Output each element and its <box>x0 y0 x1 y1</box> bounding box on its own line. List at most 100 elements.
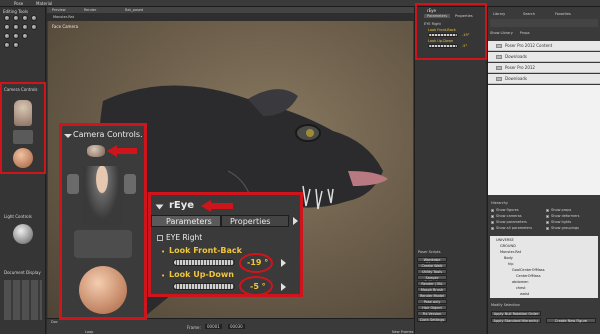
small-tab-properties[interactable]: Properties <box>452 14 476 18</box>
script-button-10[interactable]: Fix Version <box>417 311 447 316</box>
script-button-5[interactable]: Render / IBL <box>417 281 447 286</box>
tab-search[interactable]: Search <box>523 12 535 16</box>
camera-figure-icon[interactable] <box>14 100 32 126</box>
script-button-2[interactable]: Create Walk <box>417 263 447 268</box>
collapse-triangle-icon[interactable] <box>64 134 72 138</box>
translate-tool-icon[interactable] <box>22 15 28 21</box>
display-style-grid[interactable] <box>4 280 42 320</box>
small-param1-dial[interactable] <box>428 33 458 37</box>
script-button-6[interactable]: Morph Brush <box>417 287 447 292</box>
camera-figure-large-icon[interactable] <box>82 166 122 226</box>
apply-null-rotation-button[interactable]: Apply Null Rotation Order <box>491 311 541 316</box>
library-category-icons[interactable] <box>490 19 598 27</box>
small-param2-dial[interactable] <box>428 44 458 48</box>
taper-tool-icon[interactable] <box>4 24 10 30</box>
tab-parameters[interactable]: Parameters <box>151 215 221 227</box>
small-tab-parameters[interactable]: Parameters <box>424 14 451 18</box>
collapse-triangle-icon[interactable] <box>155 204 164 210</box>
frame-input[interactable]: 00001 <box>205 324 222 329</box>
library-path[interactable]: Props <box>520 31 530 35</box>
create-new-figure-button[interactable]: Create New Figure <box>546 318 596 323</box>
camera-controls-callout: Camera Controls. <box>59 123 147 320</box>
show-lights-checkbox[interactable] <box>546 221 549 224</box>
total-frames-input[interactable]: 00030 <box>228 324 245 329</box>
figure-select[interactable]: Monster-Rat <box>53 15 74 19</box>
param2-dial[interactable] <box>173 283 235 290</box>
grouping-tool-icon[interactable] <box>31 24 37 30</box>
right-hand-camera-icon[interactable] <box>124 174 136 194</box>
script-button-4[interactable]: Sample Calibrate <box>417 275 447 284</box>
tree-node[interactable]: GROUND <box>500 244 516 248</box>
tree-node[interactable]: waist <box>520 292 529 296</box>
small-param2-value[interactable]: -5° <box>462 44 467 48</box>
small-param1-value[interactable]: -19° <box>462 33 469 37</box>
tree-node[interactable]: Body <box>504 256 513 260</box>
script-button-1[interactable]: Wardrobe Wizard <box>417 257 447 266</box>
tab-render[interactable]: Render <box>84 8 96 12</box>
show-figures-label: Show figures <box>496 208 519 212</box>
camera-cross-icon[interactable] <box>13 130 33 144</box>
param1-label: Look Front-Back <box>169 246 242 255</box>
tree-node[interactable]: abdomen <box>512 280 529 284</box>
color-tool-icon[interactable] <box>22 24 28 30</box>
tree-node[interactable]: GoalCenterOfMass <box>512 268 545 272</box>
show-all-parameters-label: Show all parameters <box>496 226 533 230</box>
tab-library[interactable]: Library <box>493 12 505 16</box>
show-parameters-checkbox[interactable] <box>491 221 494 224</box>
param1-dial[interactable] <box>173 259 235 266</box>
twist-tool-icon[interactable] <box>13 15 19 21</box>
apply-standard-hierarchy-button[interactable]: Apply Standard Hierarchy <box>491 318 541 323</box>
select-tool-icon[interactable] <box>4 42 10 48</box>
library-row[interactable]: Downloads <box>488 52 600 62</box>
show-cameras-checkbox[interactable] <box>491 215 494 218</box>
tree-node[interactable]: CenterOfMass <box>516 274 541 278</box>
tree-node[interactable]: UNIVERSE <box>496 238 514 242</box>
tab-rat-posed[interactable]: Rat_posed <box>125 8 143 12</box>
script-button-7[interactable]: Render Model <box>417 293 447 298</box>
param2-menu-icon[interactable] <box>281 283 286 291</box>
docs-label: Doc <box>51 320 58 324</box>
scale-tool-icon[interactable] <box>31 15 37 21</box>
show-groupings-checkbox[interactable] <box>546 227 549 230</box>
view-magnifier-icon[interactable] <box>4 33 10 39</box>
group-collapse-icon[interactable] <box>157 235 163 241</box>
library-row[interactable]: Poser Pro 2012 Content <box>488 41 600 51</box>
param1-menu-icon[interactable] <box>281 259 286 267</box>
light-sphere-icon[interactable] <box>13 224 33 244</box>
param2-value[interactable]: -5 ° <box>250 282 266 291</box>
script-button-11[interactable]: Cloth Settings <box>417 317 447 322</box>
move-camera-cross-icon[interactable] <box>74 230 132 258</box>
library-row[interactable]: Poser Pro 2012 <box>488 63 600 73</box>
tab-preview[interactable]: Preview <box>52 8 66 12</box>
show-deformers-checkbox[interactable] <box>546 215 549 218</box>
tab-favorites[interactable]: Favorites <box>555 12 571 16</box>
animation-timeline: Doc Frame: 00001 00030 Loop New Frames <box>47 318 414 334</box>
loop-label[interactable]: Loop <box>85 330 93 334</box>
tree-node[interactable]: hip <box>508 262 513 266</box>
menu-material[interactable]: Material <box>36 1 52 6</box>
new-frames-label[interactable]: New Frames <box>392 330 413 334</box>
menu-pose[interactable]: Pose <box>14 1 23 6</box>
tab-properties[interactable]: Properties <box>221 215 289 227</box>
chain-tool-icon[interactable] <box>13 24 19 30</box>
library-row[interactable]: Downloads <box>488 74 600 84</box>
hierarchy-tree[interactable]: UNIVERSE GROUND Monster-Rat Body hip Goa… <box>490 236 598 298</box>
morph-tool-icon[interactable] <box>13 33 19 39</box>
tab-scroll-right-icon[interactable] <box>293 217 298 225</box>
left-hand-camera-icon[interactable] <box>67 174 79 194</box>
tree-node[interactable]: Monster-Rat <box>500 250 521 254</box>
direct-manipulation-icon[interactable] <box>22 33 28 39</box>
show-figures-checkbox[interactable] <box>491 209 494 212</box>
show-props-checkbox[interactable] <box>546 209 549 212</box>
script-button-3[interactable]: Utility Tools <box>417 269 447 274</box>
hand-camera-icon[interactable] <box>87 145 105 157</box>
script-button-8[interactable]: Pose only <box>417 299 447 304</box>
rotate-tool-icon[interactable] <box>4 15 10 21</box>
paint-tool-icon[interactable] <box>13 42 19 48</box>
show-all-parameters-checkbox[interactable] <box>491 227 494 230</box>
script-button-9[interactable]: Hair Object <box>417 305 447 310</box>
trackball-large-icon[interactable] <box>79 266 127 314</box>
tree-node[interactable]: chest <box>516 286 526 290</box>
trackball-icon[interactable] <box>13 148 33 168</box>
param1-value[interactable]: -19 ° <box>247 258 268 267</box>
